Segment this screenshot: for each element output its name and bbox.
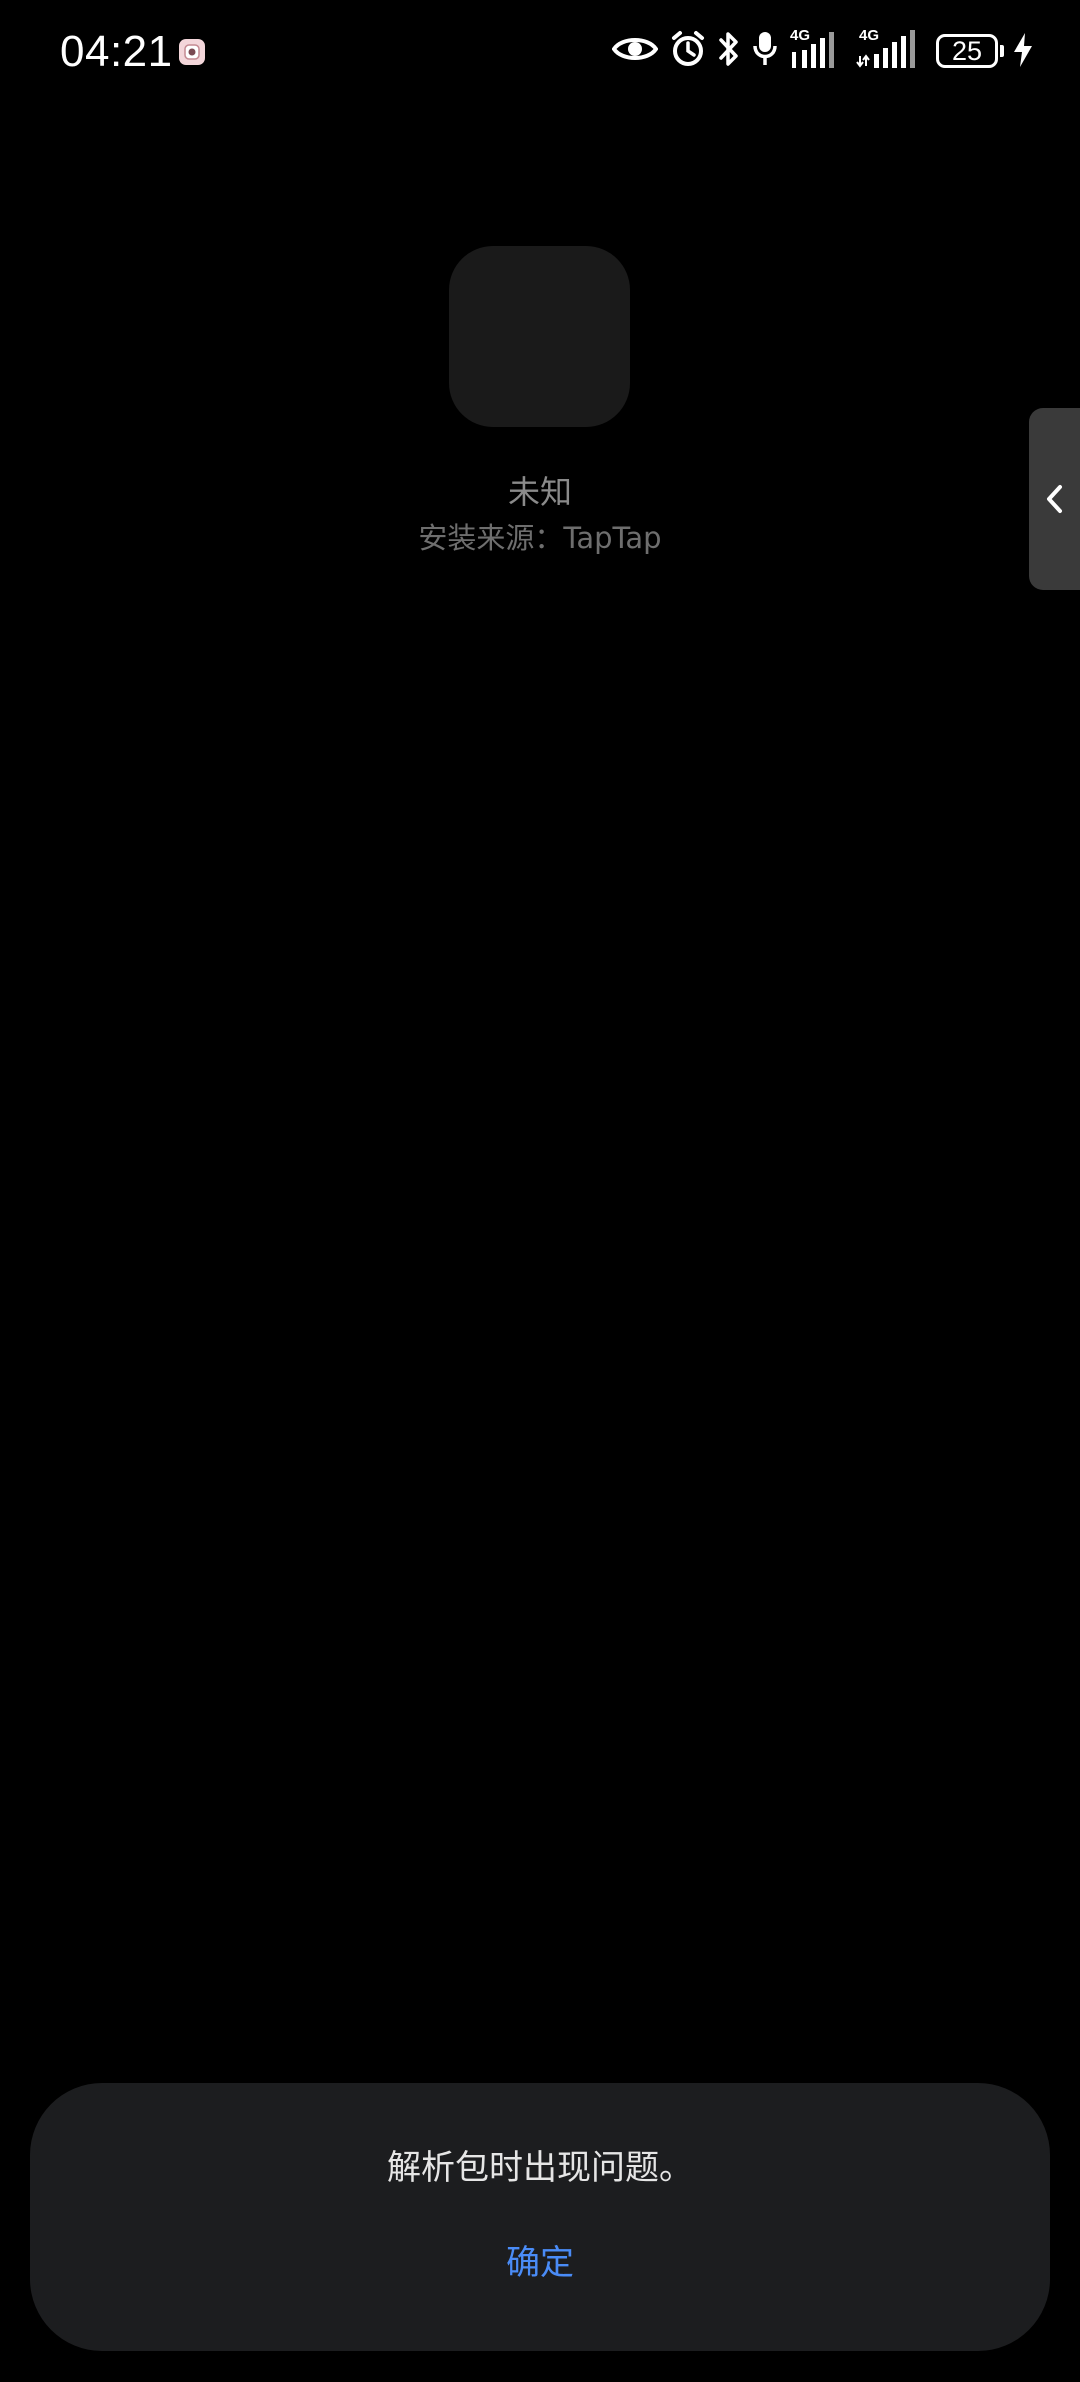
notification-app-icon (179, 39, 205, 65)
battery-icon: 25 (936, 30, 1006, 72)
chevron-left-icon (1047, 485, 1062, 513)
app-icon-placeholder (449, 246, 630, 427)
dialog-message: 解析包时出现问题。 (387, 2148, 693, 2188)
status-icons: 4G 4G 25 (612, 28, 1042, 78)
confirm-button[interactable]: 确定 (450, 2227, 630, 2299)
alarm-icon (672, 31, 704, 66)
side-panel-handle[interactable] (1029, 408, 1080, 590)
signal-icon: 4G (856, 28, 920, 70)
eye-icon (612, 38, 658, 60)
battery-tip (1000, 45, 1004, 57)
battery-level: 25 (936, 34, 998, 68)
app-name: 未知 (507, 473, 572, 511)
status-bar: 04:21 4G 4G 25 (0, 0, 1080, 104)
microphone-icon (753, 32, 777, 65)
charging-icon (1014, 33, 1032, 67)
bluetooth-icon (719, 32, 738, 66)
status-time: 04:21 (60, 27, 173, 76)
error-dialog: 解析包时出现问题。 确定 (30, 2083, 1050, 2351)
install-source-label: 安装来源：TapTap (418, 521, 662, 555)
signal-icon: 4G (790, 28, 840, 70)
